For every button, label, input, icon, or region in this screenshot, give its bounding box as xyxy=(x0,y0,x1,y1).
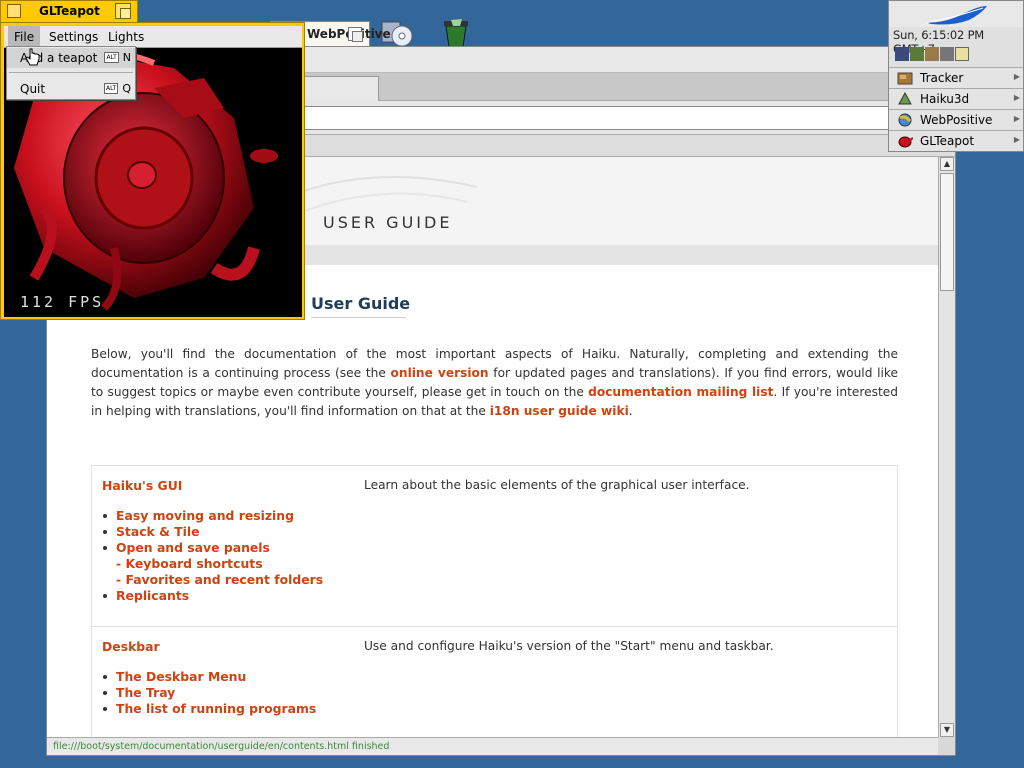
menu-separator xyxy=(9,72,133,73)
glteapot-window-tab[interactable]: GLTeapot xyxy=(0,0,138,22)
app-name: Tracker xyxy=(920,71,964,85)
toc-title-gui[interactable]: Haiku's GUI xyxy=(102,478,182,493)
alt-key-icon: ALT xyxy=(104,83,119,94)
deskbar: Sun, 6:15:02 PM GMT+7 Tracker ▶ Haiku3d … xyxy=(888,0,1024,152)
zoom-button[interactable] xyxy=(115,3,131,19)
menu-settings[interactable]: Settings xyxy=(49,30,98,44)
toc-link[interactable]: The Deskbar Menu xyxy=(102,669,316,685)
deskbar-app-webpositive[interactable]: WebPositive ▶ xyxy=(889,109,1023,130)
intro-paragraph: Below, you'll find the documentation of … xyxy=(91,345,898,421)
toc-link[interactable]: Easy moving and resizing xyxy=(102,508,323,524)
app-name: GLTeapot xyxy=(920,134,975,148)
expand-arrow-icon[interactable]: ▶ xyxy=(1014,135,1020,144)
notes-icon[interactable] xyxy=(955,47,969,61)
intro-text-4: . xyxy=(628,404,633,418)
contents-table: Haiku's GUI Learn about the basic elemen… xyxy=(91,465,898,737)
network-icon[interactable] xyxy=(910,47,924,61)
media-icon[interactable] xyxy=(925,47,939,61)
close-button[interactable] xyxy=(7,4,21,18)
haiku-leaf-icon xyxy=(924,6,987,25)
menu-shortcut: ALT Q xyxy=(104,82,131,95)
glteapot-icon xyxy=(898,136,913,148)
menu-item-label: Quit xyxy=(20,82,46,96)
heading-divider xyxy=(311,317,406,318)
deskbar-app-tracker[interactable]: Tracker ▶ xyxy=(889,67,1023,88)
menu-shortcut: ALT N xyxy=(104,51,131,64)
toc-link[interactable]: Replicants xyxy=(102,588,323,604)
shortcut-key: N xyxy=(122,51,131,64)
toc-row-gui: Haiku's GUI Learn about the basic elemen… xyxy=(92,466,897,627)
toc-link[interactable]: The Tray xyxy=(102,685,316,701)
toc-link[interactable]: - Keyboard shortcuts xyxy=(102,556,323,572)
vertical-scrollbar[interactable]: ▲ ▼ xyxy=(938,157,955,737)
page-title: User Guide xyxy=(311,294,411,313)
deskbar-tray xyxy=(895,47,985,65)
shortcut-key: Q xyxy=(122,82,131,95)
fps-counter: 112 FPS xyxy=(20,293,105,311)
mouse-pointer-icon xyxy=(26,48,40,66)
i18n-wiki-link[interactable]: i18n user guide wiki xyxy=(490,404,629,418)
mailing-list-link[interactable]: documentation mailing list xyxy=(588,385,773,399)
glteapot-menubar: File Settings Lights xyxy=(4,26,302,48)
haiku3d-icon xyxy=(898,92,912,105)
scroll-down-arrow-icon[interactable]: ▼ xyxy=(940,723,954,737)
tracker-icon xyxy=(897,72,913,85)
toc-description-gui: Learn about the basic elements of the gr… xyxy=(364,478,750,492)
scroll-up-arrow-icon[interactable]: ▲ xyxy=(940,157,954,171)
expand-arrow-icon[interactable]: ▶ xyxy=(1014,93,1020,102)
toc-description-deskbar: Use and configure Haiku's version of the… xyxy=(364,639,774,653)
toc-row-deskbar: Deskbar Use and configure Haiku's versio… xyxy=(92,627,897,737)
status-bar: file:///boot/system/documentation/usergu… xyxy=(47,737,938,755)
process-monitor-icon[interactable] xyxy=(895,47,909,61)
menu-lights[interactable]: Lights xyxy=(108,30,144,44)
url-input[interactable] xyxy=(287,106,953,130)
expand-arrow-icon[interactable]: ▶ xyxy=(1014,72,1020,81)
menu-file[interactable]: File xyxy=(8,26,41,48)
zoom-button[interactable] xyxy=(348,27,363,42)
webpositive-icon xyxy=(898,113,912,127)
app-name: Haiku3d xyxy=(920,92,970,106)
menu-item-quit[interactable]: Quit ALT Q xyxy=(7,79,135,99)
expand-arrow-icon[interactable]: ▶ xyxy=(1014,114,1020,123)
volume-icon[interactable] xyxy=(940,47,954,61)
deskbar-app-glteapot[interactable]: GLTeapot ▶ xyxy=(889,130,1023,151)
scroll-thumb[interactable] xyxy=(940,173,954,291)
online-version-link[interactable]: online version xyxy=(391,366,489,380)
alt-key-icon: ALT xyxy=(104,52,119,63)
toc-link[interactable]: Stack & Tile xyxy=(102,524,323,540)
trash-icon[interactable] xyxy=(440,18,472,48)
deskbar-app-haiku3d[interactable]: Haiku3d ▶ xyxy=(889,88,1023,109)
banner-title: USER GUIDE xyxy=(323,213,453,232)
toc-link[interactable]: Open and save panels xyxy=(102,540,323,556)
toc-link[interactable]: - Favorites and recent folders xyxy=(102,572,323,588)
toc-list-deskbar: The Deskbar Menu The Tray The list of ru… xyxy=(102,669,316,717)
toc-title-deskbar[interactable]: Deskbar xyxy=(102,639,160,654)
app-name: WebPositive xyxy=(920,113,993,127)
glteapot-window-title: GLTeapot xyxy=(39,4,100,18)
toc-list-gui: Easy moving and resizing Stack & Tile Op… xyxy=(102,508,323,604)
deskbar-menu-button[interactable] xyxy=(889,1,1023,27)
toc-link[interactable]: The list of running programs xyxy=(102,701,316,717)
